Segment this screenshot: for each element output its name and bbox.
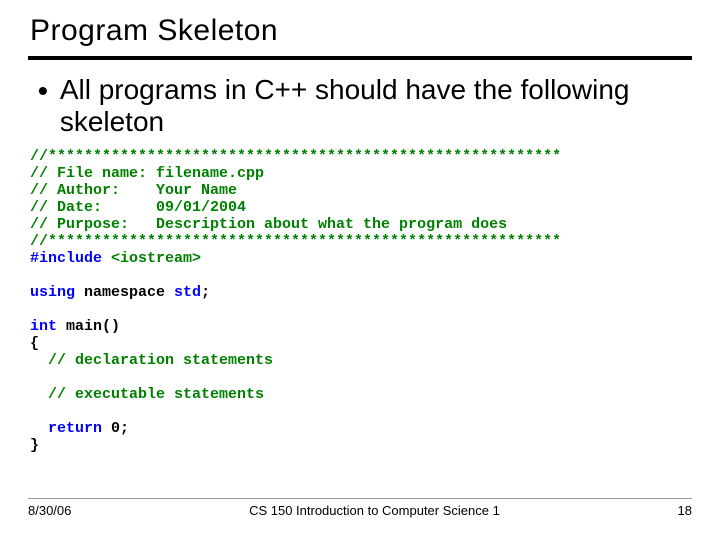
bullet-dot-icon: •	[38, 76, 48, 106]
footer-rule	[28, 498, 692, 499]
include-header: <iostream>	[111, 250, 201, 267]
comment-line: // Purpose: Description about what the p…	[30, 216, 507, 233]
comment-line: // executable statements	[30, 386, 264, 403]
main-signature: main()	[57, 318, 120, 335]
page-title: Program Skeleton	[30, 14, 692, 48]
code-block: //**************************************…	[30, 148, 692, 454]
title-rule	[28, 56, 692, 60]
footer: 8/30/06 CS 150 Introduction to Computer …	[28, 498, 692, 518]
comment-line: //**************************************…	[30, 233, 561, 250]
slide: Program Skeleton • All programs in C++ s…	[0, 0, 720, 540]
footer-page: 18	[678, 503, 692, 518]
comment-line: // declaration statements	[30, 352, 273, 369]
bullet-item: • All programs in C++ should have the fo…	[38, 74, 692, 138]
comment-line: // File name: filename.cpp	[30, 165, 264, 182]
preproc-keyword: #include	[30, 250, 111, 267]
code-text: ;	[201, 284, 210, 301]
footer-row: 8/30/06 CS 150 Introduction to Computer …	[28, 503, 692, 518]
identifier-std: std	[174, 284, 201, 301]
keyword-return: return	[30, 420, 102, 437]
footer-date: 8/30/06	[28, 503, 71, 518]
keyword-int: int	[30, 318, 57, 335]
return-value: 0;	[102, 420, 129, 437]
keyword-using: using	[30, 284, 75, 301]
comment-line: // Author: Your Name	[30, 182, 237, 199]
bullet-text: All programs in C++ should have the foll…	[60, 74, 692, 138]
comment-line: // Date: 09/01/2004	[30, 199, 246, 216]
brace-close: }	[30, 437, 39, 454]
code-text: namespace	[75, 284, 174, 301]
brace-open: {	[30, 335, 39, 352]
comment-line: //**************************************…	[30, 148, 561, 165]
footer-course: CS 150 Introduction to Computer Science …	[249, 503, 500, 518]
